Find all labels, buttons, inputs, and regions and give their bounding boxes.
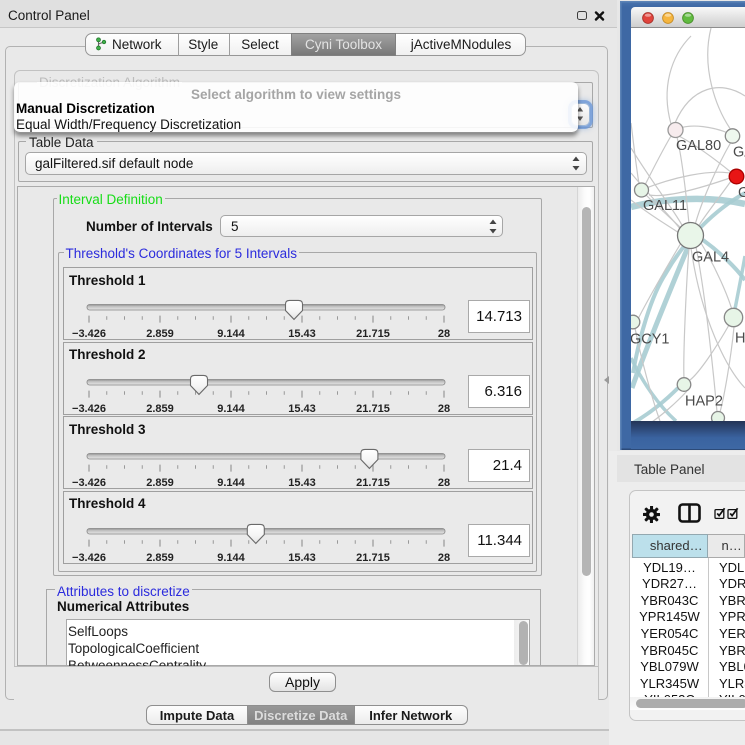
svg-text:2.859: 2.859: [146, 328, 174, 340]
svg-text:21.715: 21.715: [356, 477, 390, 489]
svg-text:GAL80: GAL80: [676, 138, 721, 154]
svg-text:−3.426: −3.426: [72, 328, 106, 340]
svg-text:15.43: 15.43: [288, 328, 316, 340]
svg-text:−3.426: −3.426: [72, 477, 106, 489]
svg-text:9.144: 9.144: [217, 552, 245, 564]
svg-text:21.715: 21.715: [356, 328, 390, 340]
svg-text:GA: GA: [733, 145, 745, 161]
svg-text:2.859: 2.859: [146, 403, 174, 415]
svg-text:GAL4: GAL4: [692, 250, 729, 266]
svg-text:28: 28: [438, 328, 450, 340]
svg-text:−3.426: −3.426: [72, 403, 106, 415]
svg-text:9.144: 9.144: [217, 477, 245, 489]
svg-text:H: H: [735, 331, 745, 347]
svg-text:28: 28: [438, 403, 450, 415]
svg-text:15.43: 15.43: [288, 477, 316, 489]
svg-text:−3.426: −3.426: [72, 552, 106, 564]
svg-text:G: G: [738, 185, 745, 201]
svg-text:9.144: 9.144: [217, 403, 245, 415]
svg-text:GAL11: GAL11: [643, 198, 687, 214]
svg-text:28: 28: [438, 552, 450, 564]
svg-text:15.43: 15.43: [288, 552, 316, 564]
svg-text:2.859: 2.859: [146, 552, 174, 564]
svg-text:GCY1: GCY1: [631, 332, 670, 348]
svg-text:28: 28: [438, 477, 450, 489]
svg-text:2.859: 2.859: [146, 477, 174, 489]
svg-text:HAP2: HAP2: [685, 394, 723, 410]
svg-text:21.715: 21.715: [356, 403, 390, 415]
svg-text:21.715: 21.715: [356, 552, 390, 564]
svg-text:15.43: 15.43: [288, 403, 316, 415]
svg-text:9.144: 9.144: [217, 328, 245, 340]
